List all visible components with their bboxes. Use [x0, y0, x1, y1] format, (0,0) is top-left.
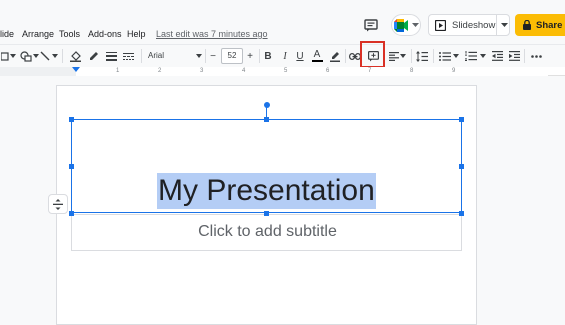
toolbar-divider	[345, 49, 346, 63]
toolbar: Arial − 52 + B I U A	[0, 44, 565, 66]
meet-button[interactable]	[391, 14, 421, 36]
share-label: Share	[536, 19, 563, 31]
border-color-icon[interactable]	[86, 45, 100, 67]
ruler-number: 6	[326, 68, 330, 74]
toolbar-divider	[411, 49, 412, 63]
slideshow-icon	[435, 19, 446, 31]
resize-handle[interactable]	[458, 163, 464, 169]
resize-handle[interactable]	[458, 210, 464, 216]
lock-icon	[523, 20, 531, 30]
ruler-margin	[0, 67, 76, 76]
decrease-font-size-button[interactable]: −	[207, 45, 219, 67]
resize-handle[interactable]	[68, 116, 74, 122]
share-button[interactable]: Share	[515, 14, 565, 36]
subtitle-placeholder-box[interactable]: Click to add subtitle	[71, 214, 462, 251]
line-icon[interactable]	[39, 45, 51, 67]
add-comment-highlight	[360, 41, 385, 68]
resize-handle[interactable]	[458, 116, 464, 122]
rotate-handle[interactable]	[263, 102, 270, 108]
ruler-number: 4	[242, 68, 246, 74]
vertical-align-button[interactable]	[48, 194, 68, 214]
font-family-select[interactable]: Arial	[148, 48, 204, 64]
highlight-color-icon[interactable]	[328, 45, 342, 67]
fill-color-icon[interactable]	[68, 45, 82, 67]
resize-handle[interactable]	[263, 210, 269, 216]
ruler-active-area	[76, 67, 548, 76]
menu-slide[interactable]: lide	[0, 29, 14, 40]
menu-help[interactable]: Help	[127, 29, 146, 40]
ruler-number: 8	[410, 68, 414, 74]
toolbar-divider	[433, 49, 434, 63]
slide-title[interactable]: My Presentation	[157, 173, 376, 209]
comment-history-icon[interactable]	[361, 16, 381, 34]
menu-addons[interactable]: Add-ons	[88, 29, 122, 40]
increase-indent-icon[interactable]	[507, 45, 521, 67]
chevron-down-icon	[501, 23, 508, 27]
vertical-align-icon	[53, 198, 63, 210]
bold-button[interactable]: B	[262, 45, 274, 67]
last-edit-link[interactable]: Last edit was 7 minutes ago	[156, 29, 268, 40]
ruler-number: 1	[116, 68, 120, 74]
toolbar-divider	[259, 49, 260, 63]
ruler-number: 9	[452, 68, 456, 74]
subtitle-placeholder: Click to add subtitle	[198, 223, 337, 240]
resize-handle[interactable]	[68, 163, 74, 169]
horizontal-ruler: 1 2 3 4 5 6 7 8 9	[0, 67, 565, 76]
ruler-number: 2	[158, 68, 162, 74]
meet-icon	[394, 18, 408, 32]
numbered-list-icon[interactable]	[464, 45, 478, 67]
underline-button[interactable]: U	[294, 45, 306, 67]
decrease-indent-icon[interactable]	[490, 45, 504, 67]
border-dash-icon[interactable]	[121, 45, 135, 67]
shape-icon[interactable]	[19, 45, 33, 67]
bulleted-list-icon[interactable]	[438, 45, 452, 67]
italic-button[interactable]: I	[279, 45, 291, 67]
chevron-down-icon[interactable]	[479, 45, 487, 67]
more-options-icon[interactable]	[529, 45, 543, 67]
toolbar-divider	[141, 49, 142, 63]
ruler-number: 3	[200, 68, 204, 74]
line-spacing-icon[interactable]	[415, 45, 429, 67]
border-weight-icon[interactable]	[104, 45, 118, 67]
resize-handle[interactable]	[68, 210, 74, 216]
font-family-value: Arial	[148, 51, 165, 60]
slideshow-button[interactable]: Slideshow	[428, 14, 510, 36]
chevron-down-icon[interactable]	[399, 45, 407, 67]
menu-bar: lide Arrange Tools Add-ons Help Last edi…	[0, 0, 565, 42]
slideshow-divider	[496, 15, 497, 35]
text-color-swatch	[311, 60, 323, 62]
toolbar-divider	[524, 49, 525, 63]
menu-tools[interactable]: Tools	[59, 29, 80, 40]
toolbar-divider	[62, 49, 63, 63]
ruler-number: 5	[284, 68, 288, 74]
chevron-down-icon[interactable]	[452, 45, 460, 67]
toolbar-divider	[205, 49, 206, 63]
text-color-button[interactable]: A	[310, 45, 324, 67]
chevron-down-icon[interactable]	[51, 45, 59, 67]
resize-handle[interactable]	[263, 116, 269, 122]
text-color-label: A	[313, 49, 321, 60]
indent-marker-icon[interactable]	[72, 67, 80, 73]
menu-arrange[interactable]: Arrange	[22, 29, 54, 40]
font-size-input[interactable]: 52	[221, 48, 243, 64]
slideshow-label: Slideshow	[452, 19, 496, 31]
increase-font-size-button[interactable]: +	[244, 45, 256, 67]
chevron-down-icon[interactable]	[9, 45, 17, 67]
chevron-down-icon	[196, 54, 202, 58]
ruler-number: 7	[368, 68, 372, 74]
